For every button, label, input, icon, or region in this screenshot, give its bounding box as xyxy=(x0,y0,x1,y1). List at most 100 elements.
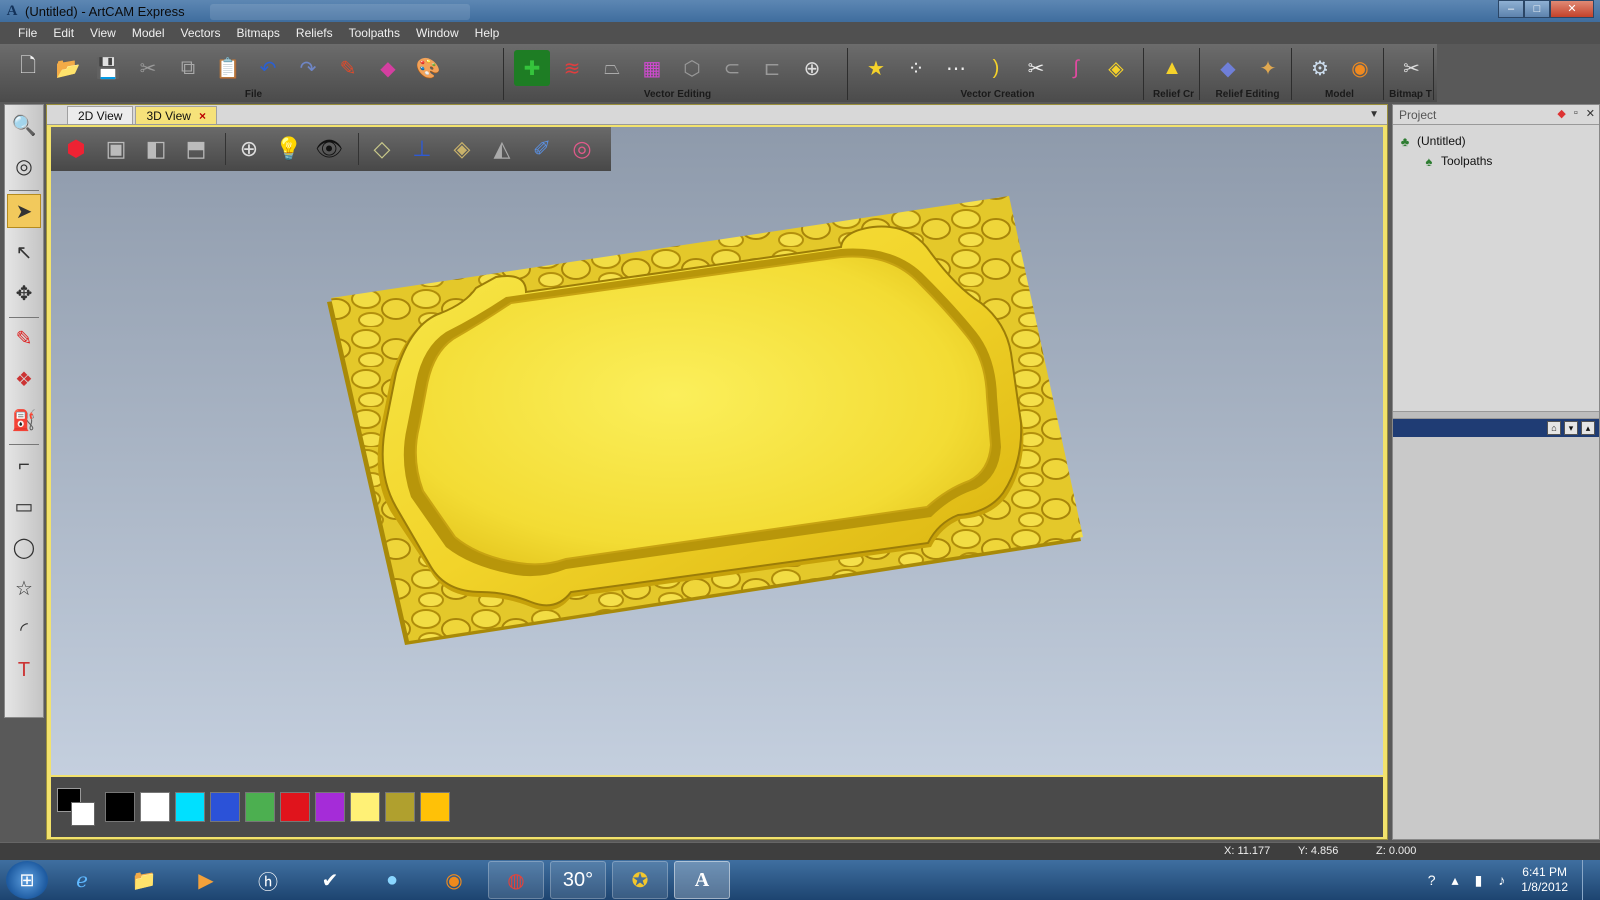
menu-edit[interactable]: Edit xyxy=(53,26,74,40)
explorer-icon[interactable]: 📁 xyxy=(116,861,172,899)
minimize-button[interactable]: – xyxy=(1498,0,1524,18)
iso-view-icon[interactable]: ⬢ xyxy=(59,132,93,166)
close-button[interactable]: ✕ xyxy=(1550,0,1594,18)
tab-close-icon[interactable]: × xyxy=(199,107,206,125)
pencil-icon[interactable]: ✎ xyxy=(7,321,41,355)
start-button[interactable]: ⊞ xyxy=(6,861,48,899)
paste-icon[interactable]: 📋 xyxy=(210,50,246,86)
eye-icon[interactable]: 👁 xyxy=(312,132,346,166)
model-render-icon[interactable]: ◉ xyxy=(1342,50,1378,86)
dropdown-icon[interactable]: ▾ xyxy=(1564,421,1578,435)
texture-icon[interactable]: ◎ xyxy=(565,132,599,166)
relief-create-icon[interactable]: ▲ xyxy=(1154,50,1190,86)
color-swatch[interactable] xyxy=(315,792,345,822)
new-file-icon[interactable]: 🗋 xyxy=(10,50,46,86)
polyline-icon[interactable]: ⋯ xyxy=(938,50,974,86)
relief-plane-icon[interactable]: ◆ xyxy=(1210,50,1246,86)
add-node-icon[interactable]: ✚ xyxy=(514,50,550,86)
home-icon[interactable]: ⌂ xyxy=(1547,421,1561,435)
offset-icon[interactable]: ⬡ xyxy=(674,50,710,86)
plane-icon[interactable]: ◇ xyxy=(365,132,399,166)
menu-bitmaps[interactable]: Bitmaps xyxy=(237,26,280,40)
menu-file[interactable]: File xyxy=(18,26,37,40)
hp-icon[interactable]: ⓗ xyxy=(240,861,296,899)
arc-tool-icon[interactable]: ◜ xyxy=(7,612,41,646)
panel-close-icon[interactable]: ✕ xyxy=(1586,107,1595,120)
color-swatch[interactable] xyxy=(245,792,275,822)
bitmap-tools-icon[interactable]: ✂ xyxy=(1394,50,1429,86)
mirror-icon[interactable]: ⏢ xyxy=(594,50,630,86)
background-color-swatch[interactable] xyxy=(71,802,95,826)
star-icon[interactable]: ☆ xyxy=(7,571,41,605)
copy-icon[interactable]: ⧉ xyxy=(170,50,206,86)
eraser-icon[interactable]: ◆ xyxy=(370,50,406,86)
zoom-box-icon[interactable]: 🔍 xyxy=(7,108,41,142)
tab-dropdown-icon[interactable]: ▼ xyxy=(1369,109,1379,120)
tab-3d-view[interactable]: 3D View × xyxy=(135,106,217,125)
side-view-icon[interactable]: ◧ xyxy=(139,132,173,166)
relief-layer-icon[interactable]: ◈ xyxy=(445,132,479,166)
tree-item-toolpaths[interactable]: ♠ Toolpaths xyxy=(1397,151,1595,171)
3d-viewport[interactable]: ⬢ ▣ ◧ ⬒ ⊕ 💡 👁 ◇ ⊥ ◈ ◭ ✐ ◎ xyxy=(51,127,1383,775)
color-swatch[interactable] xyxy=(385,792,415,822)
redo-icon[interactable]: ↷ xyxy=(290,50,326,86)
transform-icon[interactable]: ✥ xyxy=(7,276,41,310)
zoom-icon[interactable]: ⊕ xyxy=(232,132,266,166)
undo-icon[interactable]: ↶ xyxy=(250,50,286,86)
node-edit-icon[interactable]: ↖ xyxy=(7,235,41,269)
show-hidden-icon[interactable]: ▴ xyxy=(1452,872,1459,889)
tab-2d-view[interactable]: 2D View xyxy=(67,106,134,124)
color-swatch[interactable] xyxy=(280,792,310,822)
save-icon[interactable]: 💾 xyxy=(90,50,126,86)
transform-icon[interactable]: ⊕ xyxy=(794,50,830,86)
open-folder-icon[interactable]: 📂 xyxy=(50,50,86,86)
bezier-icon[interactable]: ∫ xyxy=(1058,50,1094,86)
ie-icon[interactable]: ℯ xyxy=(54,861,110,899)
shape-edit-icon[interactable]: ❖ xyxy=(7,362,41,396)
select-arrow-icon[interactable]: ➤ xyxy=(7,194,41,228)
paint-bucket-icon[interactable]: ⛽ xyxy=(7,403,41,437)
menu-toolpaths[interactable]: Toolpaths xyxy=(349,26,400,40)
menu-help[interactable]: Help xyxy=(475,26,500,40)
palette-icon[interactable]: 🎨 xyxy=(410,50,446,86)
globe-icon[interactable]: ◎ xyxy=(7,149,41,183)
axes-icon[interactable]: ⊥ xyxy=(405,132,439,166)
network-icon[interactable]: ▮ xyxy=(1475,872,1483,889)
menu-window[interactable]: Window xyxy=(416,26,459,40)
volume-icon[interactable]: ♪ xyxy=(1498,872,1505,888)
tree-item-project[interactable]: ♣ (Untitled) xyxy=(1397,131,1595,151)
color-swatch[interactable] xyxy=(210,792,240,822)
chrome-icon[interactable]: ◍ xyxy=(488,861,544,899)
star-vector-icon[interactable]: ★ xyxy=(858,50,894,86)
light-icon[interactable]: 💡 xyxy=(272,132,306,166)
menu-view[interactable]: View xyxy=(90,26,116,40)
clock[interactable]: 6:41 PM 1/8/2012 xyxy=(1521,865,1568,895)
float-icon[interactable]: ▫ xyxy=(1574,107,1578,120)
firefox-icon[interactable]: ◉ xyxy=(426,861,482,899)
color-swatch[interactable] xyxy=(175,792,205,822)
show-desktop-button[interactable] xyxy=(1582,860,1594,900)
compass-icon[interactable]: ✪ xyxy=(612,861,668,899)
current-colors[interactable] xyxy=(57,788,97,826)
help-tray-icon[interactable]: ? xyxy=(1428,872,1436,888)
top-view-icon[interactable]: ⬒ xyxy=(179,132,213,166)
panel-splitter[interactable] xyxy=(1393,411,1599,419)
artcam-icon[interactable]: A xyxy=(674,861,730,899)
color-swatch[interactable] xyxy=(105,792,135,822)
group-icon[interactable]: ▦ xyxy=(634,50,670,86)
menu-reliefs[interactable]: Reliefs xyxy=(296,26,333,40)
collapse-icon[interactable]: ▴ xyxy=(1581,421,1595,435)
pin-icon[interactable]: ◆ xyxy=(1557,107,1565,120)
cut-icon[interactable]: ✂ xyxy=(130,50,166,86)
color-swatch[interactable] xyxy=(140,792,170,822)
polyline-tool-icon[interactable]: ⌐ xyxy=(7,448,41,482)
join-icon[interactable]: ⊂ xyxy=(714,50,750,86)
edit-icon[interactable]: ✎ xyxy=(330,50,366,86)
tasks-icon[interactable]: ✔ xyxy=(302,861,358,899)
text-tool-icon[interactable]: T xyxy=(7,653,41,687)
model-settings-icon[interactable]: ⚙ xyxy=(1302,50,1338,86)
shading-icon[interactable]: ◭ xyxy=(485,132,519,166)
color-swatch[interactable] xyxy=(350,792,380,822)
globe-app-icon[interactable]: ● xyxy=(364,861,420,899)
rectangle-icon[interactable]: ▭ xyxy=(7,489,41,523)
